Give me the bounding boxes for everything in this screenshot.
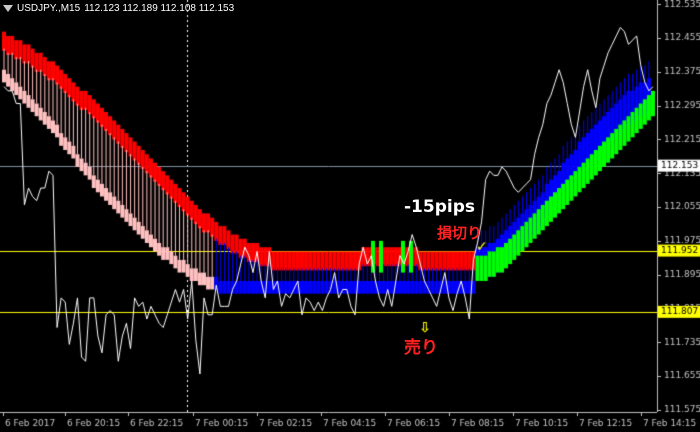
ohlc-readout: 112.123 112.189 112.108 112.153 [84,3,235,14]
symbol-label: USDJPY.,M15 [17,3,81,14]
price-chart[interactable] [0,0,700,432]
sell-label: 売り [404,338,438,358]
loss-pips-label: -15pips [404,197,475,217]
symbol-dropdown-icon[interactable] [3,5,13,12]
stop-loss-label: 損切り [437,224,483,242]
chart-header: USDJPY.,M15 112.123 112.189 112.108 112.… [3,3,234,14]
